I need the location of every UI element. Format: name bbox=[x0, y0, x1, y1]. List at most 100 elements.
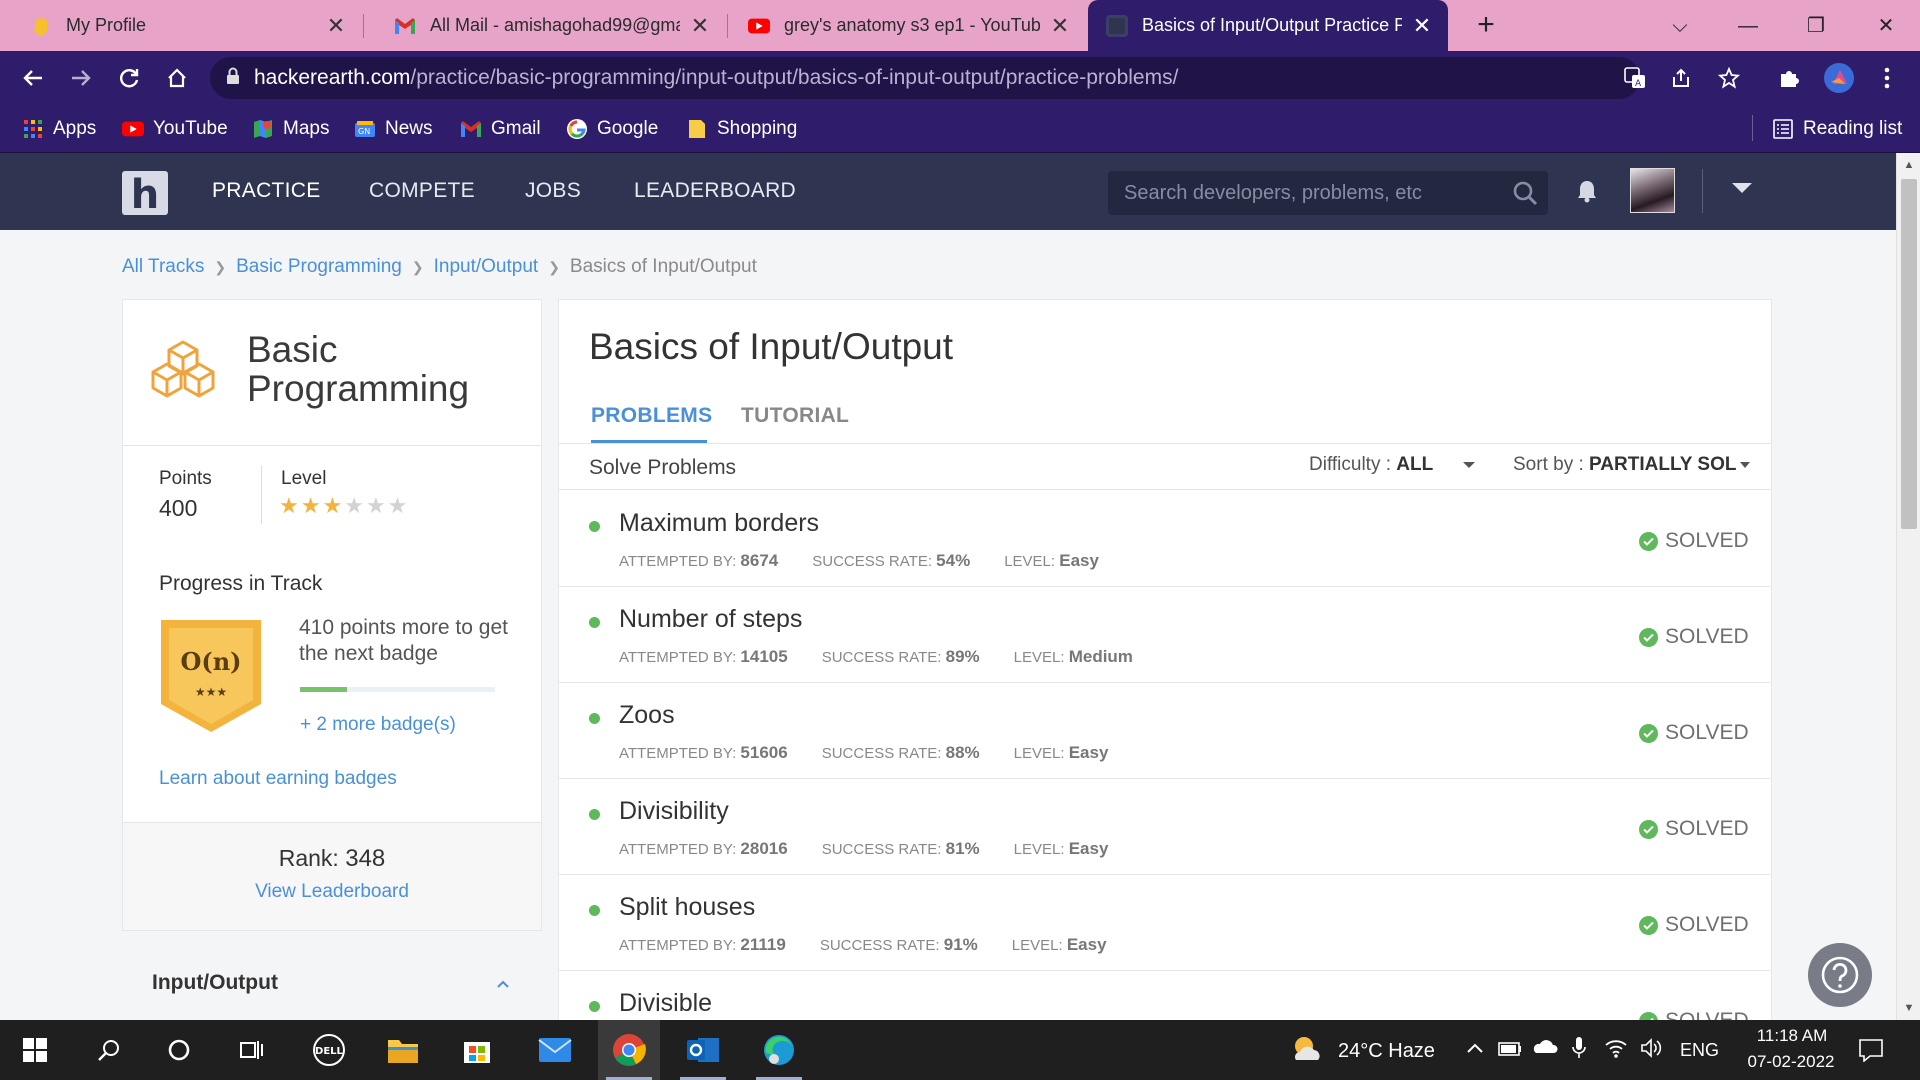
attempted-by: ATTEMPTED BY: 8674 bbox=[619, 551, 778, 571]
section-heading[interactable]: Input/Output bbox=[152, 971, 278, 995]
minimize-button[interactable]: — bbox=[1728, 8, 1768, 44]
close-window-button[interactable]: ✕ bbox=[1866, 8, 1906, 44]
language-indicator[interactable]: ENG bbox=[1680, 1040, 1719, 1061]
bookmark-news[interactable]: GN News bbox=[354, 115, 433, 143]
cortana-icon[interactable] bbox=[148, 1020, 210, 1080]
chevron-up-icon[interactable] bbox=[496, 973, 510, 994]
problem-name[interactable]: Zoos bbox=[619, 701, 675, 730]
chevron-down-icon[interactable] bbox=[1732, 183, 1752, 193]
problem-row[interactable]: Divisibility ATTEMPTED BY: 28016 SUCCESS R… bbox=[559, 779, 1771, 875]
close-icon[interactable]: ✕ bbox=[690, 13, 710, 39]
problem-name[interactable]: Divisible bbox=[619, 989, 712, 1018]
battery-icon[interactable] bbox=[1498, 1040, 1522, 1061]
more-badges-link[interactable]: + 2 more badge(s) bbox=[300, 714, 456, 736]
new-tab-button[interactable]: + bbox=[1468, 8, 1504, 44]
close-icon[interactable]: ✕ bbox=[1412, 13, 1432, 39]
breadcrumb-basic-programming[interactable]: Basic Programming bbox=[236, 256, 402, 277]
tab-all-mail[interactable]: All Mail - amishagohad99@gmai ✕ bbox=[364, 0, 726, 51]
dell-icon[interactable]: DELL bbox=[298, 1020, 360, 1080]
problem-row[interactable]: Divisible SOLVED bbox=[559, 971, 1771, 1020]
back-arrow-icon[interactable] bbox=[14, 59, 52, 97]
bookmark-google[interactable]: Google bbox=[566, 115, 658, 143]
search-icon[interactable] bbox=[1512, 180, 1538, 211]
problem-name[interactable]: Number of steps bbox=[619, 605, 802, 634]
chrome-taskbar-icon[interactable] bbox=[598, 1020, 660, 1080]
site-search[interactable] bbox=[1108, 171, 1548, 215]
bookmark-gmail[interactable]: Gmail bbox=[460, 115, 541, 143]
user-avatar[interactable] bbox=[1630, 168, 1675, 213]
bookmark-shopping[interactable]: Shopping bbox=[686, 115, 797, 143]
search-input[interactable] bbox=[1124, 181, 1504, 205]
hackerearth-logo[interactable]: h bbox=[122, 171, 168, 215]
clock-time[interactable]: 11:18 AM bbox=[1744, 1026, 1840, 1046]
profile-avatar-icon[interactable] bbox=[1822, 61, 1856, 95]
mail-icon[interactable] bbox=[524, 1020, 586, 1080]
bookmark-label: Shopping bbox=[717, 118, 798, 139]
learn-badges-link[interactable]: Learn about earning badges bbox=[159, 768, 397, 790]
bookmark-youtube[interactable]: YouTube bbox=[122, 115, 228, 143]
windows-start-icon[interactable] bbox=[4, 1020, 66, 1080]
problem-name[interactable]: Maximum borders bbox=[619, 509, 819, 538]
weather-icon[interactable] bbox=[1290, 1034, 1322, 1069]
tab-tutorial[interactable]: TUTORIAL bbox=[741, 404, 849, 428]
difficulty-dropdown[interactable]: Difficulty : ALL bbox=[1309, 454, 1476, 476]
scroll-up-arrow-icon[interactable]: ▲ bbox=[1897, 155, 1920, 175]
star-icon: ★ bbox=[300, 493, 321, 518]
view-leaderboard-link[interactable]: View Leaderboard bbox=[123, 881, 541, 903]
problem-row[interactable]: Zoos ATTEMPTED BY: 51606 SUCCESS RATE: 88%… bbox=[559, 683, 1771, 779]
forward-arrow-icon[interactable] bbox=[62, 59, 100, 97]
notification-bell-icon[interactable] bbox=[1576, 179, 1598, 208]
wifi-icon[interactable] bbox=[1604, 1037, 1628, 1064]
help-button[interactable] bbox=[1808, 943, 1872, 1007]
nav-practice[interactable]: PRACTICE bbox=[212, 179, 321, 203]
problem-row[interactable]: Split houses ATTEMPTED BY: 21119 SUCCESS R… bbox=[559, 875, 1771, 971]
problem-row[interactable]: Maximum borders ATTEMPTED BY: 8674 SUCCESS… bbox=[559, 491, 1771, 587]
problem-name[interactable]: Split houses bbox=[619, 893, 755, 922]
bookmark-apps[interactable]: Apps bbox=[22, 115, 96, 143]
task-view-icon[interactable] bbox=[220, 1020, 282, 1080]
restore-button[interactable]: ❐ bbox=[1796, 8, 1836, 44]
close-icon[interactable]: ✕ bbox=[326, 13, 346, 39]
page-scrollbar[interactable]: ▲ ▼ bbox=[1896, 153, 1920, 1020]
outlook-icon[interactable] bbox=[672, 1020, 734, 1080]
lock-icon[interactable] bbox=[226, 67, 240, 90]
solved-status: SOLVED bbox=[1639, 913, 1749, 937]
problem-row[interactable]: Number of steps ATTEMPTED BY: 14105 SUCCES… bbox=[559, 587, 1771, 683]
tab-basics-io[interactable]: Basics of Input/Output Practice P ✕ bbox=[1088, 0, 1448, 51]
notification-center-icon[interactable] bbox=[1858, 1038, 1884, 1067]
bookmark-star-icon[interactable] bbox=[1712, 61, 1746, 95]
chevron-up-icon[interactable] bbox=[1466, 1038, 1484, 1059]
tab-problems[interactable]: PROBLEMS bbox=[591, 404, 712, 428]
scroll-down-arrow-icon[interactable]: ▼ bbox=[1897, 998, 1920, 1018]
tab-search-chevron-icon[interactable]: ⌵ bbox=[1660, 8, 1700, 44]
close-icon[interactable]: ✕ bbox=[1050, 13, 1070, 39]
extensions-puzzle-icon[interactable] bbox=[1772, 61, 1806, 95]
volume-icon[interactable] bbox=[1640, 1037, 1664, 1064]
browser-menu-icon[interactable] bbox=[1870, 61, 1904, 95]
onedrive-cloud-icon[interactable] bbox=[1532, 1038, 1558, 1059]
reading-list-button[interactable]: Reading list bbox=[1772, 115, 1902, 143]
file-explorer-icon[interactable] bbox=[372, 1020, 434, 1080]
problem-name[interactable]: Divisibility bbox=[619, 797, 729, 826]
nav-compete[interactable]: COMPETE bbox=[369, 179, 475, 203]
address-bar[interactable]: hackerearth.com/practice/basic-programmi… bbox=[210, 57, 1640, 99]
breadcrumb-input-output[interactable]: Input/Output bbox=[434, 256, 539, 277]
breadcrumb-all-tracks[interactable]: All Tracks bbox=[122, 256, 204, 277]
microsoft-store-icon[interactable] bbox=[446, 1020, 508, 1080]
microphone-icon[interactable] bbox=[1572, 1036, 1586, 1065]
translate-icon[interactable]: A bbox=[1618, 61, 1652, 95]
share-icon[interactable] bbox=[1664, 61, 1698, 95]
sort-dropdown[interactable]: Sort by : PARTIALLY SOL bbox=[1513, 454, 1751, 476]
home-icon[interactable] bbox=[158, 59, 196, 97]
reload-icon[interactable] bbox=[110, 59, 148, 97]
nav-jobs[interactable]: JOBS bbox=[525, 179, 581, 203]
tab-youtube[interactable]: grey's anatomy s3 ep1 - YouTube ✕ bbox=[728, 0, 1086, 51]
nav-leaderboard[interactable]: LEADERBOARD bbox=[634, 179, 796, 203]
bookmark-maps[interactable]: Maps bbox=[252, 115, 329, 143]
edge-icon[interactable] bbox=[748, 1020, 810, 1080]
tab-my-profile[interactable]: My Profile ✕ bbox=[0, 0, 362, 51]
clock-date[interactable]: 07-02-2022 bbox=[1736, 1052, 1846, 1072]
scrollbar-thumb[interactable] bbox=[1901, 179, 1917, 529]
search-icon[interactable] bbox=[78, 1020, 140, 1080]
weather-text[interactable]: 24°C Haze bbox=[1338, 1040, 1435, 1063]
